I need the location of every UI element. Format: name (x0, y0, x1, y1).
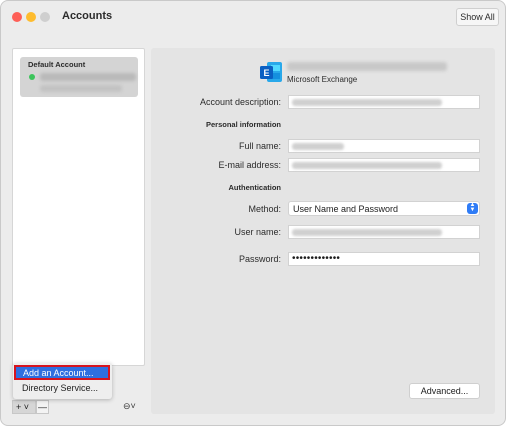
accounts-sidebar: Default Account (12, 48, 145, 366)
add-account-button[interactable]: + ˅ (12, 400, 36, 414)
close-window-button[interactable] (12, 12, 22, 22)
exchange-icon: E (260, 62, 282, 82)
add-account-label: Add an Account... (23, 368, 94, 378)
accounts-window: Accounts Show All Default Account E Micr… (0, 0, 506, 426)
account-email-redacted (40, 85, 122, 92)
full-name-label: Full name: (238, 141, 281, 151)
add-account-menu: Add an Account... Directory Service... (13, 363, 112, 399)
account-status-dot (29, 74, 35, 80)
more-options-button[interactable]: ⊖˅ (123, 400, 145, 414)
email-label: E-mail address: (218, 160, 281, 170)
window-title: Accounts (62, 10, 113, 22)
personal-info-heading: Personal information (205, 120, 281, 129)
remove-account-button[interactable]: — (36, 400, 49, 414)
description-field[interactable] (288, 95, 480, 109)
chevron-updown-icon: ▲ ▼ (467, 202, 478, 214)
show-all-button[interactable]: Show All (456, 8, 499, 26)
account-email-header-redacted (287, 62, 447, 71)
account-name-redacted (40, 73, 136, 81)
advanced-button[interactable]: Advanced... (409, 383, 480, 399)
password-label: Password: (238, 254, 281, 264)
password-value: ••••••••••••• (292, 253, 341, 264)
account-details-panel: E Microsoft Exchange Account description… (151, 48, 495, 414)
menu-item-directory-service[interactable]: Directory Service... (22, 383, 98, 393)
description-label: Account description: (199, 97, 281, 107)
full-name-field[interactable] (288, 139, 480, 153)
svg-text:E: E (263, 68, 269, 78)
password-field[interactable]: ••••••••••••• (288, 252, 480, 266)
authentication-heading: Authentication (228, 183, 282, 192)
menu-item-add-account[interactable]: Add an Account... (14, 365, 110, 380)
zoom-window-button[interactable] (40, 12, 50, 22)
method-label: Method: (248, 204, 281, 214)
minimize-window-button[interactable] (26, 12, 36, 22)
title-bar: Accounts Show All (1, 1, 505, 34)
method-select-value: User Name and Password (293, 204, 399, 214)
sidebar-item-default-account[interactable]: Default Account (20, 57, 138, 97)
account-type-label: Microsoft Exchange (287, 75, 358, 84)
account-item-title: Default Account (28, 60, 86, 69)
user-name-label: User name: (234, 227, 281, 237)
email-field[interactable] (288, 158, 480, 172)
method-select[interactable]: User Name and Password ▲ ▼ (288, 201, 480, 216)
sidebar-toolbar: + ˅ — ⊖˅ (12, 400, 145, 414)
user-name-field[interactable] (288, 225, 480, 239)
